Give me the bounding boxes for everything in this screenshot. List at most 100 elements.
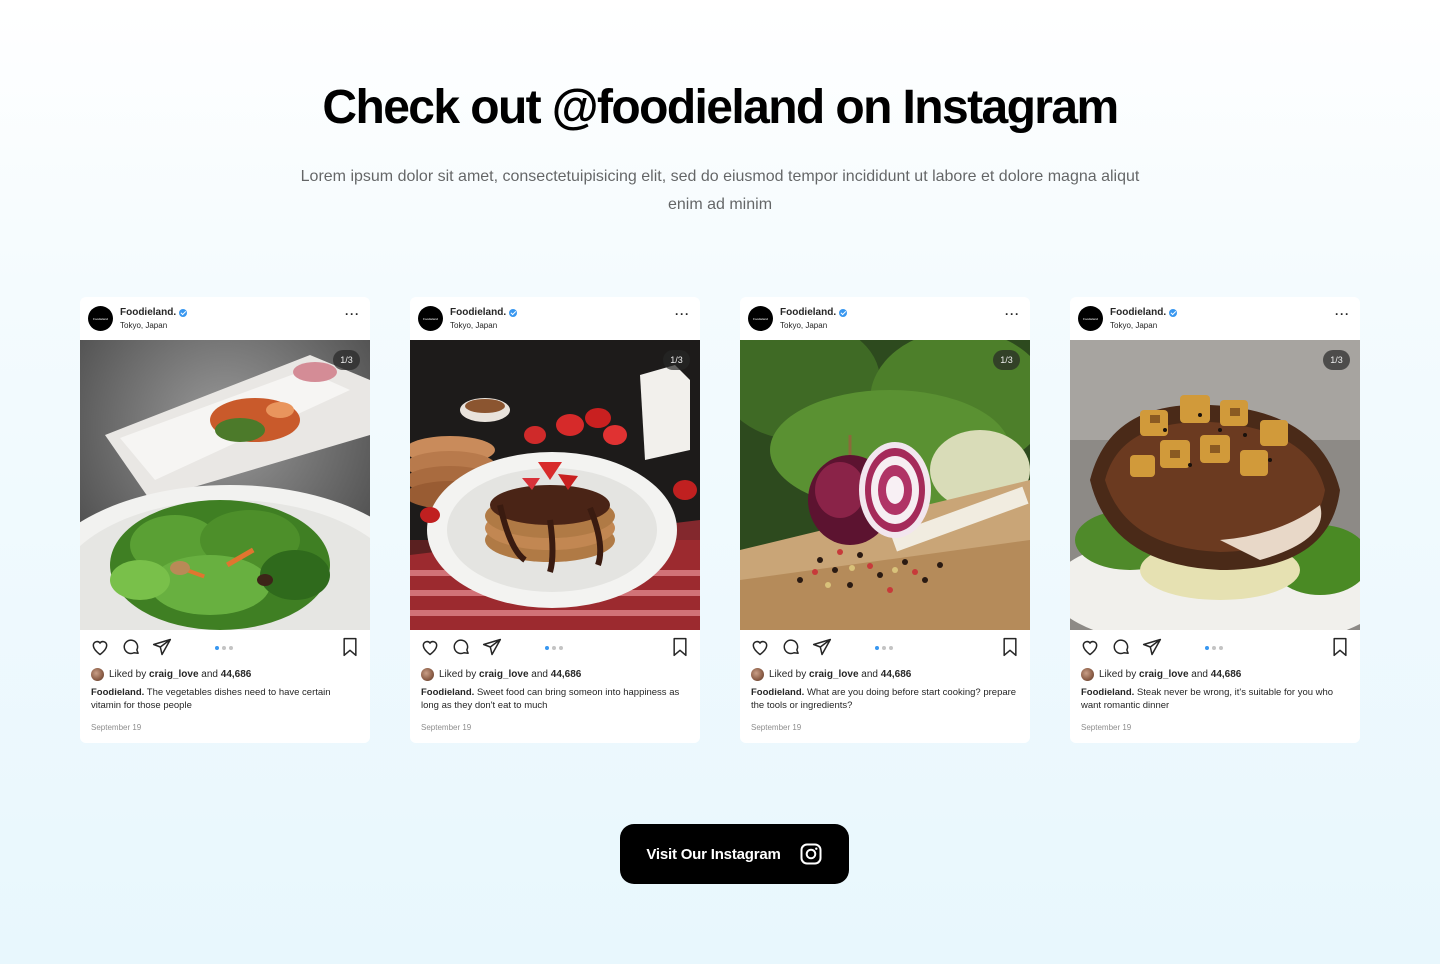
- post-caption: Foodieland. Sweet food can bring someon …: [421, 686, 691, 712]
- bookmark-icon[interactable]: [1000, 637, 1020, 657]
- post-photo-onion[interactable]: [740, 340, 1030, 630]
- carousel-dot: [229, 646, 233, 650]
- share-icon[interactable]: [1142, 637, 1162, 657]
- profile-avatar[interactable]: Foodieland: [418, 306, 443, 331]
- post-caption: Foodieland. What are you doing before st…: [751, 686, 1021, 712]
- carousel-dot: [875, 646, 879, 650]
- username-text[interactable]: Foodieland.: [120, 307, 176, 318]
- post-caption: Foodieland. Steak never be wrong, it's s…: [1081, 686, 1351, 712]
- section-heading: Check out @foodieland on Instagram: [322, 81, 1119, 134]
- carousel-dots: [215, 646, 233, 650]
- post-caption: Foodieland. The vegetables dishes need t…: [91, 686, 361, 712]
- likes-line: Liked by craig_love and 44,686: [1081, 668, 1241, 681]
- visit-instagram-label: Visit Our Instagram: [646, 845, 781, 863]
- liked-user[interactable]: craig_love: [479, 669, 528, 680]
- visit-instagram-button[interactable]: Visit Our Instagram: [620, 824, 849, 884]
- post-actions: [80, 637, 370, 659]
- post-location[interactable]: Tokyo, Japan: [1110, 321, 1157, 330]
- profile-avatar[interactable]: Foodieland: [748, 306, 773, 331]
- post-date: September 19: [421, 723, 472, 732]
- carousel-dots: [545, 646, 563, 650]
- username-text[interactable]: Foodieland.: [450, 307, 506, 318]
- caption-user[interactable]: Foodieland.: [1081, 687, 1134, 698]
- heart-icon[interactable]: [750, 637, 770, 657]
- share-icon[interactable]: [152, 637, 172, 657]
- liker-avatar[interactable]: [1081, 668, 1094, 681]
- comment-icon[interactable]: [1111, 637, 1131, 657]
- share-icon[interactable]: [482, 637, 502, 657]
- liked-user[interactable]: craig_love: [149, 669, 198, 680]
- verified-badge-icon: [839, 308, 848, 317]
- post-username[interactable]: Foodieland.: [1110, 307, 1178, 318]
- liked-count[interactable]: 44,686: [881, 669, 912, 680]
- carousel-dots: [875, 646, 893, 650]
- caption-user[interactable]: Foodieland.: [751, 687, 804, 698]
- more-options-icon[interactable]: ···: [1005, 307, 1020, 321]
- carousel-dots: [1205, 646, 1223, 650]
- section-subtitle: Lorem ipsum dolor sit amet, consectetuip…: [300, 168, 1140, 213]
- post-photo-salad[interactable]: [80, 340, 370, 630]
- liked-prefix: Liked by: [1099, 669, 1137, 680]
- carousel-dot: [882, 646, 886, 650]
- post-location[interactable]: Tokyo, Japan: [450, 321, 497, 330]
- post-date: September 19: [1081, 723, 1132, 732]
- post-location[interactable]: Tokyo, Japan: [120, 321, 167, 330]
- verified-badge-icon: [179, 308, 188, 317]
- liked-count[interactable]: 44,686: [551, 669, 582, 680]
- comment-icon[interactable]: [781, 637, 801, 657]
- comment-icon[interactable]: [121, 637, 141, 657]
- instagram-post-card[interactable]: Foodieland Foodieland. Tokyo, Japan ···: [410, 297, 700, 743]
- liked-and: and: [861, 669, 878, 680]
- post-actions: [1070, 637, 1360, 659]
- post-photo-pancakes[interactable]: [410, 340, 700, 630]
- bookmark-icon[interactable]: [670, 637, 690, 657]
- liked-user[interactable]: craig_love: [1139, 669, 1188, 680]
- carousel-dot: [215, 646, 219, 650]
- username-text[interactable]: Foodieland.: [780, 307, 836, 318]
- liked-count[interactable]: 44,686: [1211, 669, 1242, 680]
- carousel-dot: [1219, 646, 1223, 650]
- caption-user[interactable]: Foodieland.: [421, 687, 474, 698]
- likes-line: Liked by craig_love and 44,686: [421, 668, 581, 681]
- bookmark-icon[interactable]: [340, 637, 360, 657]
- liker-avatar[interactable]: [751, 668, 764, 681]
- post-actions: [740, 637, 1030, 659]
- more-options-icon[interactable]: ···: [345, 307, 360, 321]
- more-options-icon[interactable]: ···: [675, 307, 690, 321]
- carousel-counter: 1/3: [993, 350, 1020, 370]
- heart-icon[interactable]: [90, 637, 110, 657]
- post-photo-steak[interactable]: [1070, 340, 1360, 630]
- share-icon[interactable]: [812, 637, 832, 657]
- comment-icon[interactable]: [451, 637, 471, 657]
- carousel-dot: [889, 646, 893, 650]
- post-username[interactable]: Foodieland.: [450, 307, 518, 318]
- post-date: September 19: [91, 723, 142, 732]
- post-date: September 19: [751, 723, 802, 732]
- post-username[interactable]: Foodieland.: [120, 307, 188, 318]
- post-header: Foodieland Foodieland. Tokyo, Japan ···: [410, 297, 700, 340]
- heart-icon[interactable]: [1080, 637, 1100, 657]
- instagram-post-card[interactable]: Foodieland Foodieland. Tokyo, Japan ···: [740, 297, 1030, 743]
- post-username[interactable]: Foodieland.: [780, 307, 848, 318]
- liked-prefix: Liked by: [769, 669, 807, 680]
- profile-avatar[interactable]: Foodieland: [1078, 306, 1103, 331]
- heart-icon[interactable]: [420, 637, 440, 657]
- post-location[interactable]: Tokyo, Japan: [780, 321, 827, 330]
- verified-badge-icon: [509, 308, 518, 317]
- liker-avatar[interactable]: [421, 668, 434, 681]
- username-text[interactable]: Foodieland.: [1110, 307, 1166, 318]
- instagram-post-card[interactable]: Foodieland Foodieland. Tokyo, Japan ···: [1070, 297, 1360, 743]
- liked-user[interactable]: craig_love: [809, 669, 858, 680]
- verified-badge-icon: [1169, 308, 1178, 317]
- more-options-icon[interactable]: ···: [1335, 307, 1350, 321]
- carousel-counter: 1/3: [1323, 350, 1350, 370]
- liked-count[interactable]: 44,686: [221, 669, 252, 680]
- profile-avatar[interactable]: Foodieland: [88, 306, 113, 331]
- bookmark-icon[interactable]: [1330, 637, 1350, 657]
- carousel-counter: 1/3: [663, 350, 690, 370]
- liked-and: and: [201, 669, 218, 680]
- caption-user[interactable]: Foodieland.: [91, 687, 144, 698]
- liker-avatar[interactable]: [91, 668, 104, 681]
- instagram-post-card[interactable]: Foodieland Foodieland. Tokyo, Japan ···: [80, 297, 370, 743]
- carousel-dot: [1212, 646, 1216, 650]
